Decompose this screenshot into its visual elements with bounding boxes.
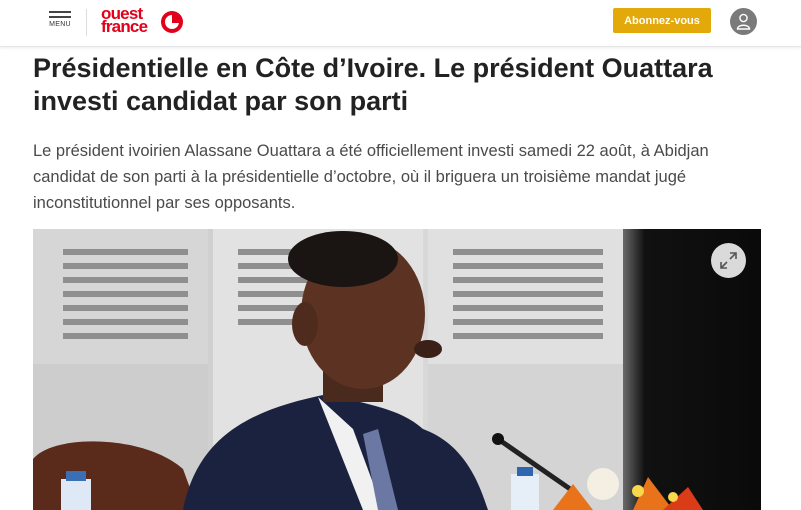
- photo-illustration: [33, 229, 761, 510]
- article-lead: Le président ivoirien Alassane Ouattara …: [33, 142, 709, 212]
- site-logo[interactable]: ouest france: [101, 5, 185, 39]
- hamburger-icon: [49, 11, 71, 13]
- expand-icon: [720, 252, 737, 269]
- subscribe-button[interactable]: Abonnez-vous: [613, 8, 711, 33]
- user-icon: [736, 13, 751, 30]
- menu-label: MENU: [49, 21, 71, 28]
- article-title: Présidentielle en Côte d’Ivoire. Le prés…: [33, 53, 713, 116]
- article-photo[interactable]: [33, 229, 761, 510]
- logo-mark-icon: [161, 11, 183, 33]
- expand-photo-button[interactable]: [711, 243, 746, 278]
- header-divider: [86, 9, 87, 36]
- menu-button[interactable]: MENU: [47, 11, 73, 33]
- hamburger-icon-bar: [49, 16, 71, 18]
- logo-text-line2: france: [101, 17, 148, 36]
- site-header: MENU ouest france Abonnez-vous: [0, 0, 801, 47]
- account-button[interactable]: [730, 8, 757, 35]
